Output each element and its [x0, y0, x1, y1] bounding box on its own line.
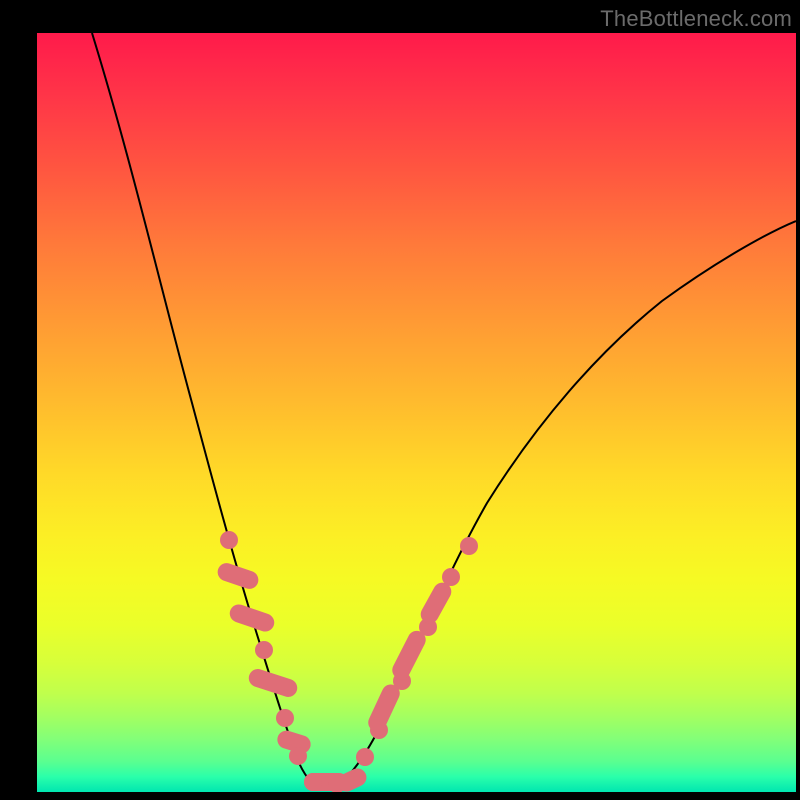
left-branch-markers	[215, 531, 313, 765]
watermark-text: TheBottleneck.com	[600, 6, 792, 32]
plot-area	[37, 33, 796, 792]
right-branch-markers	[356, 537, 478, 766]
chart-frame: TheBottleneck.com	[0, 0, 800, 800]
bottleneck-curve	[92, 33, 796, 789]
bottleneck-curve-svg	[37, 33, 796, 792]
valley-markers	[304, 766, 369, 792]
